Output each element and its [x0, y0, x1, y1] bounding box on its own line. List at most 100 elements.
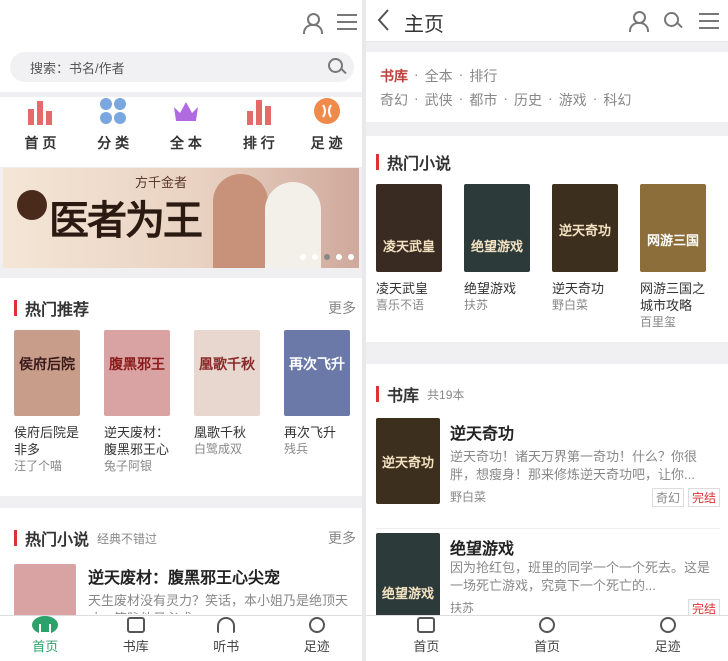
hot-novel-cover[interactable] [14, 564, 76, 620]
library-count: 共19本 [427, 387, 465, 402]
cover-text: 网游三国 [646, 234, 699, 249]
search-icon[interactable] [664, 12, 682, 30]
link-genre[interactable]: 都市 [469, 90, 497, 110]
hot-novel-book-title[interactable]: 逆天废材：腹黑邪王心尖宠 [88, 564, 280, 588]
hot-novel-more-link[interactable]: 更多 [328, 528, 356, 548]
hot-novel-subtitle: 经典不错过 [97, 531, 158, 546]
book-name: 绝望游戏 [464, 281, 517, 296]
tab-audiobook[interactable]: 听书 [181, 616, 272, 661]
cover-text: 绝望游戏 [381, 587, 434, 602]
library-title: 书库 共19本 [376, 382, 464, 406]
link-full[interactable]: 全本 [425, 66, 453, 86]
book-author: 喜乐不语 [376, 298, 425, 312]
right-hot-novel-section: 热门小说 凌天武皇 凌天武皇 喜乐不语 绝望游戏 绝望游戏 扶苏 逆天奇功 逆天… [366, 136, 728, 342]
link-ranking[interactable]: 排行 [469, 66, 497, 86]
link-genre[interactable]: 武侠 [425, 90, 453, 110]
tab-history[interactable]: 足迹 [607, 616, 728, 661]
book-author: 白鹭成双 [194, 442, 243, 456]
book-card[interactable]: 凰歌千秋 凰歌千秋 白鹭成双 [194, 330, 260, 475]
tab-home[interactable]: 首页 [366, 616, 487, 661]
user-icon[interactable] [628, 10, 649, 32]
user-icon[interactable] [302, 12, 323, 34]
tab-home[interactable]: 首页 [0, 616, 91, 661]
book-card[interactable]: 逆天奇功 逆天奇功 野白菜 [552, 184, 618, 331]
tab-home-label: 首页 [32, 639, 59, 654]
book-name: 网游三国之城市攻略 [640, 281, 706, 313]
book-card[interactable]: 再次飞升 再次飞升 残兵 [284, 330, 350, 475]
book-cover: 凌天武皇 [376, 184, 442, 272]
link-genre[interactable]: 游戏 [559, 90, 587, 110]
genre-links: 奇幻 · 武侠 · 都市 · 历史 · 游戏 · 科幻 [380, 90, 632, 110]
book-cover: 侯府后院 [14, 330, 80, 416]
grid-dots-icon [100, 98, 127, 124]
cover-text: 逆天奇功 [381, 456, 434, 471]
link-library[interactable]: 书库 [380, 66, 408, 86]
search-icon[interactable] [328, 58, 346, 76]
right-screen: 主页 书库 · 全本 · 排行 奇幻 · 武侠 · 都市 · 历史 · 游戏 · 科幻 热门小… [366, 0, 728, 661]
hot-novel-title: 热门小说 经典不错过 [14, 526, 157, 550]
nav-footprint[interactable]: 足 迹 [302, 97, 352, 167]
hot-novel-title-text: 热门小说 [25, 532, 90, 549]
library-item[interactable]: 绝望游戏 绝望游戏 因为抢红包，班里的同学一个一个死去。这是一场死亡游戏，究竟下… [376, 528, 720, 619]
link-genre[interactable]: 科幻 [603, 90, 631, 110]
library-item-desc: 逆天奇功！诸天万界第一奇功！什么？你很胖，想瘦身！那来修炼逆天奇功吧，让你... [450, 449, 698, 482]
menu-icon[interactable] [337, 14, 357, 30]
library-item-desc: 因为抢红包，班里的同学一个一个死去。这是一场死亡游戏，究竟下一个死亡的... [450, 560, 711, 593]
nav-home[interactable]: 首 页 [10, 97, 70, 167]
tag-status[interactable]: 完结 [687, 488, 720, 507]
book-author: 汪了个喵 [14, 459, 63, 473]
home-icon [32, 616, 59, 634]
nav-category[interactable]: 分 类 [83, 97, 143, 167]
tab-library[interactable]: 书库 [91, 616, 182, 661]
cover-text: 逆天奇功 [558, 224, 611, 239]
page-title: 主页 [404, 14, 444, 36]
library-item-tags: 奇幻 完结 [648, 488, 720, 507]
nav-full[interactable]: 全 本 [156, 97, 216, 167]
menu-icon[interactable] [699, 13, 719, 29]
book-card[interactable]: 网游三国 网游三国之城市攻略 百里玺 [640, 184, 710, 331]
book-card[interactable]: 腹黑邪王 逆天废材：腹黑邪王心 兔子阿银 [104, 330, 170, 475]
nav-ranking-label: 排 行 [242, 135, 275, 151]
book-cover: 逆天奇功 [552, 184, 618, 272]
tag-genre[interactable]: 奇幻 [651, 488, 684, 507]
search-placeholder: 搜索：书名/作者 [30, 60, 125, 76]
nav-home-label: 首 页 [24, 135, 57, 151]
book-card[interactable]: 侯府后院 侯府后院是非多 汪了个喵 [14, 330, 80, 475]
book-author: 兔子阿银 [104, 459, 153, 473]
history-icon [539, 617, 555, 633]
tab-history-label: 足迹 [654, 639, 681, 654]
tab-audiobook-label: 听书 [213, 639, 240, 654]
hot-recommend-title-text: 热门推荐 [25, 302, 90, 319]
right-tabbar: 首页 首页 足迹 [366, 615, 728, 661]
banner-title: 医者为王 [49, 197, 203, 244]
nav-ranking[interactable]: 排 行 [229, 97, 289, 167]
right-hot-novel-list: 凌天武皇 凌天武皇 喜乐不语 绝望游戏 绝望游戏 扶苏 逆天奇功 逆天奇功 野白… [376, 184, 710, 331]
library-item-author: 扶苏 [450, 601, 475, 615]
book-name: 侯府后院是非多 [14, 425, 80, 457]
library-item-name: 逆天奇功 [450, 426, 515, 443]
tab-home-label: 首页 [413, 639, 440, 654]
cover-text: 凌天武皇 [382, 240, 435, 255]
library-item[interactable]: 逆天奇功 逆天奇功 逆天奇功！诸天万界第一奇功！什么？你很胖，想瘦身！那来修炼逆… [376, 418, 720, 508]
history-icon [659, 617, 676, 633]
link-genre[interactable]: 历史 [514, 90, 542, 110]
search-bar[interactable]: 搜索：书名/作者 [10, 52, 354, 82]
right-hot-novel-title: 热门小说 [376, 150, 451, 174]
book-icon [126, 617, 145, 633]
back-arrow-icon[interactable] [376, 8, 390, 32]
library-title-text: 书库 [387, 388, 420, 405]
link-genre[interactable]: 奇幻 [380, 90, 408, 110]
book-cover: 网游三国 [640, 184, 706, 272]
tab-home-2[interactable]: 首页 [487, 616, 608, 661]
tab-history-label: 足迹 [303, 639, 330, 654]
book-cover: 凰歌千秋 [194, 330, 260, 416]
banner-dots[interactable] [300, 254, 354, 260]
banner[interactable]: 方千金者 医者为王 [3, 168, 359, 268]
book-card[interactable]: 凌天武皇 凌天武皇 喜乐不语 [376, 184, 442, 331]
footprint-icon [313, 98, 340, 124]
book-card[interactable]: 绝望游戏 绝望游戏 扶苏 [464, 184, 530, 331]
hot-recommend-more-link[interactable]: 更多 [328, 298, 356, 318]
right-hot-novel-title-text: 热门小说 [387, 156, 452, 173]
book-author: 残兵 [284, 442, 309, 456]
tab-history[interactable]: 足迹 [272, 616, 363, 661]
